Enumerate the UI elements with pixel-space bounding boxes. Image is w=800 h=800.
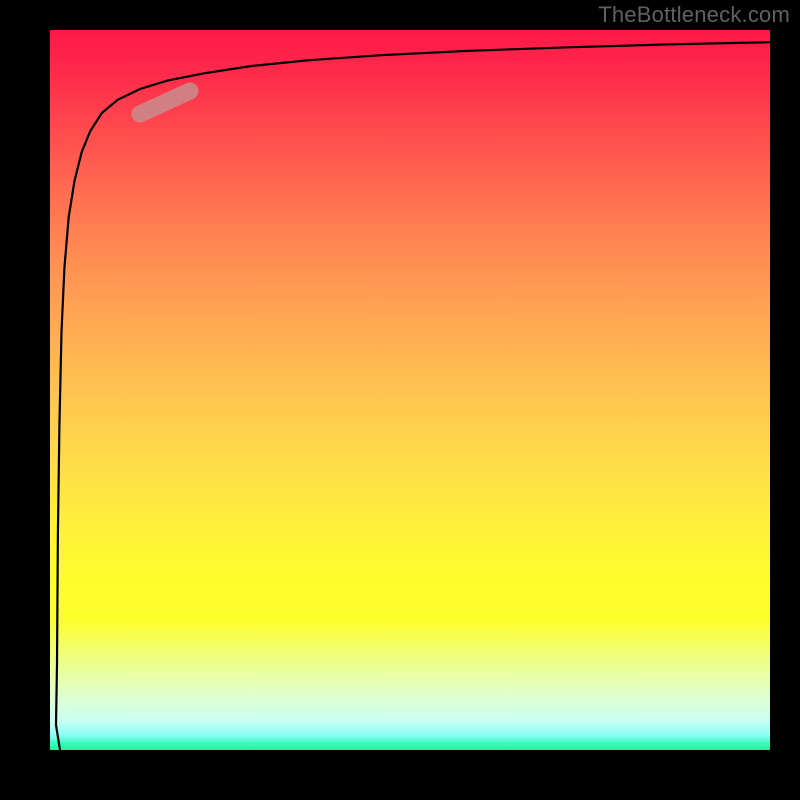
bottleneck-curve xyxy=(56,42,770,725)
chart-frame: TheBottleneck.com xyxy=(0,0,800,800)
curve-initial-drop xyxy=(56,725,60,750)
curve-marker xyxy=(140,91,190,114)
watermark-text: TheBottleneck.com xyxy=(598,2,790,28)
chart-svg xyxy=(50,30,770,750)
plot-area xyxy=(50,30,770,750)
